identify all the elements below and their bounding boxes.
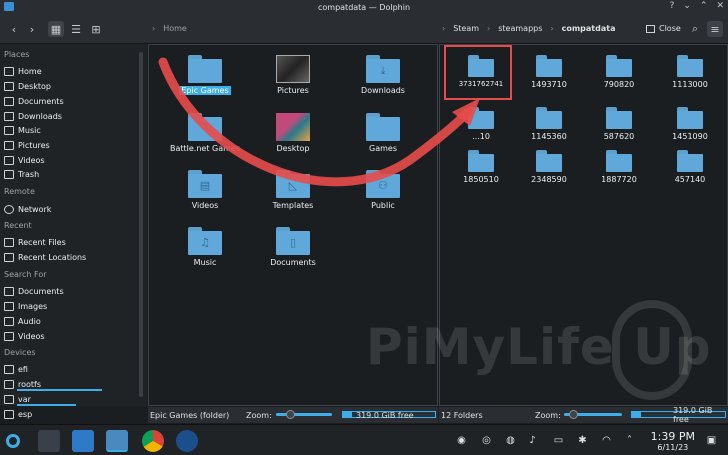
left-zoom-knob[interactable] [286, 410, 295, 419]
clipboard-icon[interactable]: ▭ [553, 435, 564, 446]
clock-date: 6/11/23 [657, 443, 689, 452]
right-free-space: 319.0 GiB free [673, 406, 713, 424]
steamos-launcher-icon[interactable] [6, 434, 20, 448]
wifi-icon[interactable]: ◠ [601, 435, 612, 446]
chrome-tray-icon[interactable]: ◉ [456, 435, 467, 446]
volume-icon[interactable]: ♪ [527, 435, 538, 446]
left-zoom-slider[interactable] [276, 413, 332, 416]
taskbar: ◉ ◎ ◍ ♪ ▭ ✱ ◠ ˄ 1:39 PM 6/11/23 ▣ [0, 424, 728, 455]
left-status-text: Epic Games (folder) [150, 410, 230, 420]
show-desktop-icon[interactable]: ▣ [706, 435, 717, 446]
left-status-bar: Epic Games (folder) Zoom: 319.0 GiB free [148, 407, 438, 423]
dolphin-taskbar-icon[interactable] [106, 430, 128, 452]
clock-time: 1:39 PM [650, 430, 695, 443]
steam-tray-icon[interactable]: ◎ [481, 435, 492, 446]
bluetooth-icon[interactable]: ✱ [577, 435, 588, 446]
right-status-bar: 12 Folders Zoom: 319.0 GiB free [439, 406, 728, 424]
watermark-logo [612, 300, 692, 400]
annotation-arrow [158, 57, 480, 187]
clock[interactable]: 1:39 PM 6/11/23 [651, 430, 695, 452]
left-zoom-label: Zoom: [246, 410, 272, 420]
system-settings-icon[interactable] [38, 430, 60, 452]
left-free-space: 319.0 GiB free [356, 410, 414, 420]
discover-store-icon[interactable] [72, 430, 94, 452]
tray-expand-icon[interactable]: ˄ [624, 435, 635, 446]
right-status-text: 12 Folders [441, 410, 483, 420]
chrome-icon[interactable] [142, 430, 164, 452]
right-zoom-knob[interactable] [569, 410, 578, 419]
discord-tray-icon[interactable]: ◍ [505, 435, 516, 446]
right-zoom-label: Zoom: [535, 410, 561, 420]
steam-icon[interactable] [176, 430, 198, 452]
